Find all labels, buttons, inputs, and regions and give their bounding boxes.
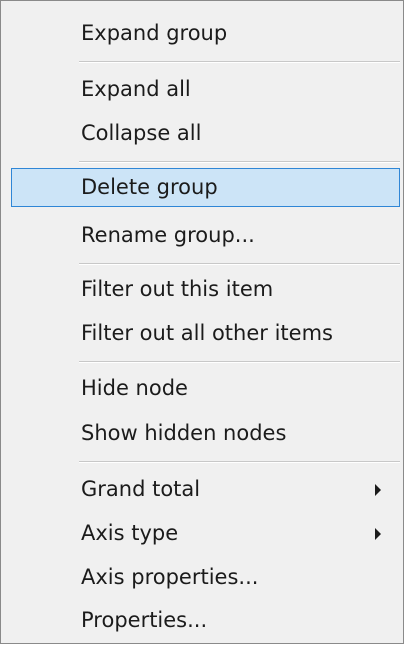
menu-item-label: Filter out this item: [81, 276, 274, 301]
menu-item-filter-out-all-other-items[interactable]: Filter out all other items: [11, 314, 400, 353]
menu-item-label: Show hidden nodes: [81, 420, 287, 445]
menu-item-label: Grand total: [81, 476, 201, 501]
menu-separator: [79, 263, 400, 265]
menu-item-label: Hide node: [81, 375, 188, 400]
menu-item-rename-group[interactable]: Rename group...: [11, 216, 400, 255]
menu-item-axis-type[interactable]: Axis type: [11, 514, 400, 553]
menu-item-label: Expand group: [81, 20, 228, 45]
menu-item-show-hidden-nodes[interactable]: Show hidden nodes: [11, 414, 400, 453]
menu-separator: [79, 461, 400, 463]
menu-item-delete-group[interactable]: Delete group: [11, 168, 400, 207]
menu-item-label: Axis properties...: [81, 564, 259, 589]
menu-item-label: Expand all: [81, 76, 191, 101]
menu-item-label: Collapse all: [81, 120, 202, 145]
menu-item-expand-all[interactable]: Expand all: [11, 70, 400, 109]
menu-items: Expand group Expand all Collapse all Del…: [1, 1, 403, 643]
menu-item-label: Filter out all other items: [81, 320, 333, 345]
menu-item-label: Properties...: [81, 607, 208, 632]
menu-item-collapse-all[interactable]: Collapse all: [11, 114, 400, 153]
menu-separator: [79, 361, 400, 363]
menu-item-properties[interactable]: Properties...: [11, 601, 400, 640]
menu-item-label: Delete group: [81, 174, 218, 199]
menu-item-filter-out-this-item[interactable]: Filter out this item: [11, 270, 400, 309]
menu-item-grand-total[interactable]: Grand total: [11, 470, 400, 509]
submenu-arrow-icon: [375, 527, 381, 540]
menu-separator: [79, 161, 400, 163]
menu-item-label: Axis type: [81, 520, 179, 545]
menu-item-axis-properties[interactable]: Axis properties...: [11, 558, 400, 597]
menu-item-label: Rename group...: [81, 222, 255, 247]
menu-separator: [79, 61, 400, 63]
context-menu: Expand group Expand all Collapse all Del…: [0, 0, 404, 644]
menu-item-expand-group[interactable]: Expand group: [11, 14, 400, 53]
menu-item-hide-node[interactable]: Hide node: [11, 369, 400, 408]
submenu-arrow-icon: [375, 483, 381, 496]
